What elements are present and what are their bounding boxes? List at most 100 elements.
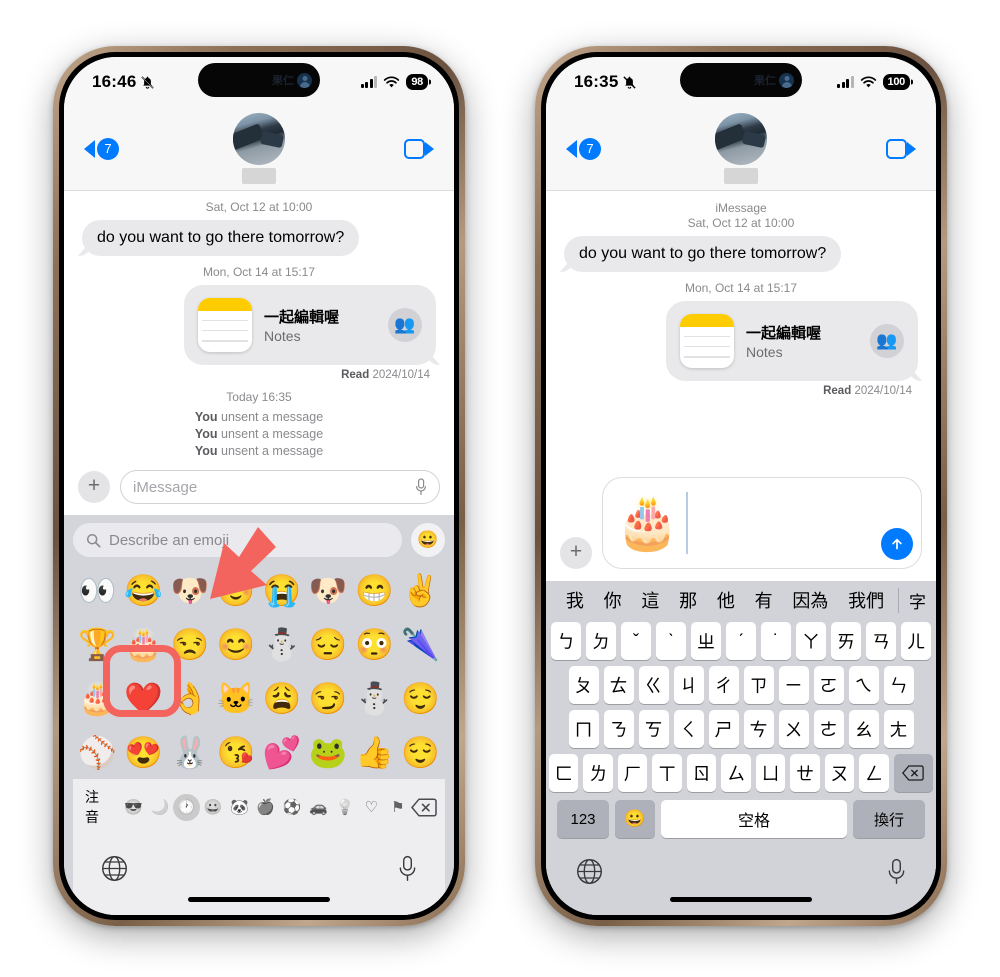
travel-places-icon[interactable]: 🚗 [305, 794, 331, 821]
microphone-icon[interactable] [415, 478, 427, 496]
emoji-cell[interactable]: 😂 [121, 565, 166, 615]
emoji-cell[interactable]: 😌 [398, 727, 443, 777]
key[interactable]: ˋ [656, 622, 686, 660]
key[interactable]: ㄎ [638, 710, 669, 748]
contact-header-right[interactable] [715, 113, 767, 184]
emoji-cell[interactable]: 😏 [306, 673, 351, 723]
key[interactable]: ㄘ [743, 710, 774, 748]
backspace-icon[interactable] [411, 797, 441, 817]
memoji-face-icon[interactable]: 😎 [120, 794, 146, 821]
emoji-cell[interactable]: 😍 [121, 727, 166, 777]
key[interactable]: ㄏ [617, 754, 648, 792]
return-key[interactable]: 換行 [853, 800, 925, 838]
key[interactable]: ㄒ [652, 754, 682, 792]
key[interactable]: ㄆ [568, 666, 599, 704]
emoji-cell[interactable]: 😘 [213, 727, 258, 777]
more-suggestions-button[interactable]: 字 [898, 587, 926, 613]
numeric-keyboard-button[interactable]: 123 [557, 800, 609, 838]
key[interactable]: ㄞ [831, 622, 861, 660]
emoji-cell[interactable]: 😔 [306, 619, 351, 669]
emoji-cell[interactable]: 🌂 [398, 619, 443, 669]
key[interactable]: ㄤ [883, 710, 914, 748]
incoming-bubble[interactable]: do you want to go there tomorrow? [82, 220, 360, 256]
key[interactable]: ㄓ [691, 622, 721, 660]
emoji-cell[interactable]: 👀 [75, 565, 120, 615]
key[interactable]: ㄔ [708, 666, 739, 704]
key[interactable]: ˇ [621, 622, 651, 660]
key[interactable]: ㄟ [848, 666, 879, 704]
suggestion-item[interactable]: 他 [707, 587, 745, 613]
key[interactable]: ㄡ [824, 754, 855, 792]
key[interactable]: ㄚ [796, 622, 826, 660]
key[interactable]: ㄝ [790, 754, 820, 792]
note-share-card[interactable]: 一起編輯喔 Notes 👥 [184, 285, 436, 365]
key[interactable]: ㄗ [743, 666, 774, 704]
emoji-cell[interactable]: 🏆 [75, 619, 120, 669]
key[interactable]: ㄌ [583, 754, 613, 792]
emoji-cell[interactable]: ❤️ [121, 673, 166, 723]
symbols-heart-icon[interactable]: ♡ [358, 794, 384, 821]
video-camera-icon[interactable] [404, 138, 434, 159]
objects-icon[interactable]: 💡 [332, 794, 358, 821]
emoji-cell[interactable]: 💕 [260, 727, 305, 777]
key[interactable]: ㄋ [603, 710, 634, 748]
emoji-smiley-icon[interactable]: 😀 [615, 800, 655, 838]
emoji-cell[interactable]: 😭 [260, 565, 305, 615]
contact-header-left[interactable] [233, 113, 285, 184]
animals-nature-icon[interactable]: 🐼 [226, 794, 252, 821]
message-input-left[interactable]: iMessage [120, 470, 440, 504]
emoji-cell[interactable]: 🐱 [213, 673, 258, 723]
back-button-left[interactable]: 7 [84, 137, 119, 160]
microphone-icon[interactable] [398, 855, 417, 882]
suggestion-item[interactable]: 有 [745, 587, 783, 613]
emoji-cell[interactable]: ⚾ [75, 727, 120, 777]
emoji-cell[interactable]: 🐶 [167, 565, 212, 615]
key[interactable]: ㄇ [568, 710, 599, 748]
plus-icon[interactable]: + [78, 471, 110, 503]
key[interactable]: ㄢ [866, 622, 896, 660]
sticker-icon[interactable]: 🌙 [147, 794, 173, 821]
suggestion-item[interactable]: 這 [632, 587, 670, 613]
key[interactable]: ㄥ [859, 754, 889, 792]
emoji-cell-highlighted[interactable]: 🎂 [121, 619, 166, 669]
flags-icon[interactable]: ⚑ [385, 794, 411, 821]
space-key[interactable]: 空格 [661, 800, 847, 838]
genmoji-add-icon[interactable]: 😀 [411, 523, 445, 557]
emoji-cell[interactable]: 😁 [352, 565, 397, 615]
key[interactable]: ㄉ [586, 622, 616, 660]
key[interactable]: ㄑ [673, 710, 704, 748]
backspace-icon[interactable] [893, 754, 933, 792]
suggestion-item[interactable]: 那 [669, 587, 707, 613]
message-input-right[interactable]: 🎂 [602, 477, 922, 569]
microphone-icon[interactable] [887, 858, 906, 885]
emoji-cell[interactable]: ✌️ [398, 565, 443, 615]
recents-clock-icon[interactable]: 🕐 [173, 793, 200, 821]
suggestion-item[interactable]: 你 [594, 587, 632, 613]
key[interactable]: ㄩ [755, 754, 786, 792]
key[interactable]: ㄦ [901, 622, 931, 660]
key[interactable]: ˊ [726, 622, 756, 660]
emoji-search-input[interactable]: Describe an emoji [73, 523, 402, 557]
emoji-cell[interactable]: 🐸 [306, 727, 351, 777]
key[interactable]: ㄍ [638, 666, 669, 704]
send-arrow-up-icon[interactable] [881, 528, 913, 560]
back-button-right[interactable]: 7 [566, 137, 601, 160]
key[interactable]: ㄧ [778, 666, 809, 704]
plus-icon[interactable]: + [560, 537, 592, 569]
emoji-cell[interactable]: 🐰 [167, 727, 212, 777]
emoji-cell[interactable]: 😌 [398, 673, 443, 723]
incoming-bubble[interactable]: do you want to go there tomorrow? [564, 236, 842, 272]
emoji-cell[interactable]: 👌 [167, 673, 212, 723]
key[interactable]: ㄈ [549, 754, 579, 792]
key[interactable]: ˙ [761, 622, 791, 660]
key[interactable]: ㄠ [848, 710, 879, 748]
key[interactable]: ㄕ [708, 710, 739, 748]
emoji-cell[interactable]: 😳 [352, 619, 397, 669]
globe-icon[interactable] [101, 855, 128, 882]
emoji-cell[interactable]: 🎂 [75, 673, 120, 723]
key[interactable]: ㄐ [673, 666, 704, 704]
key[interactable]: ㄣ [883, 666, 914, 704]
suggestion-item[interactable]: 我們 [838, 587, 894, 613]
emoji-cell[interactable]: 😊 [213, 619, 258, 669]
emoji-cell[interactable]: ⛄ [260, 619, 305, 669]
